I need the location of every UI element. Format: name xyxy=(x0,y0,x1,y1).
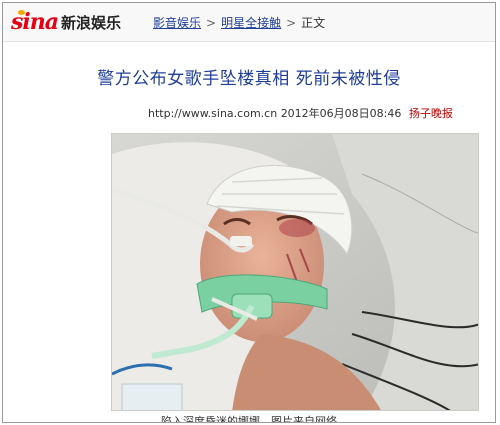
article-photo xyxy=(111,133,479,411)
page-frame: sina 新浪娱乐 影音娱乐 > 明星全接触 > 正文 警方公布女歌手坠楼真相 死前未被… xyxy=(2,2,496,423)
site-url[interactable]: http://www.sina.com.cn xyxy=(148,107,277,120)
logo-eye-icon xyxy=(18,10,25,15)
breadcrumb-link-celebrity[interactable]: 明星全接触 xyxy=(221,16,281,30)
site-header: sina 新浪娱乐 影音娱乐 > 明星全接触 > 正文 xyxy=(3,3,495,42)
article-source[interactable]: 扬子晚报 xyxy=(409,107,453,120)
breadcrumb: 影音娱乐 > 明星全接触 > 正文 xyxy=(153,14,325,31)
logo-channel-name: 新浪娱乐 xyxy=(61,13,122,32)
breadcrumb-current: 正文 xyxy=(301,16,326,30)
breadcrumb-separator: > xyxy=(286,16,297,30)
breadcrumb-link-media[interactable]: 影音娱乐 xyxy=(153,16,201,30)
article-title: 警方公布女歌手坠楼真相 死前未被性侵 xyxy=(97,69,401,89)
photo-caption: 陷入深度昏迷的娜娜。图片来自网络 xyxy=(161,415,337,423)
hospital-photo-illustration xyxy=(112,134,478,410)
article-meta: http://www.sina.com.cn 2012年06月08日08:46 … xyxy=(148,105,453,121)
sina-logo[interactable]: sina 新浪娱乐 xyxy=(11,8,121,36)
breadcrumb-separator: > xyxy=(206,16,217,30)
publish-datetime: 2012年06月08日08:46 xyxy=(280,107,402,120)
